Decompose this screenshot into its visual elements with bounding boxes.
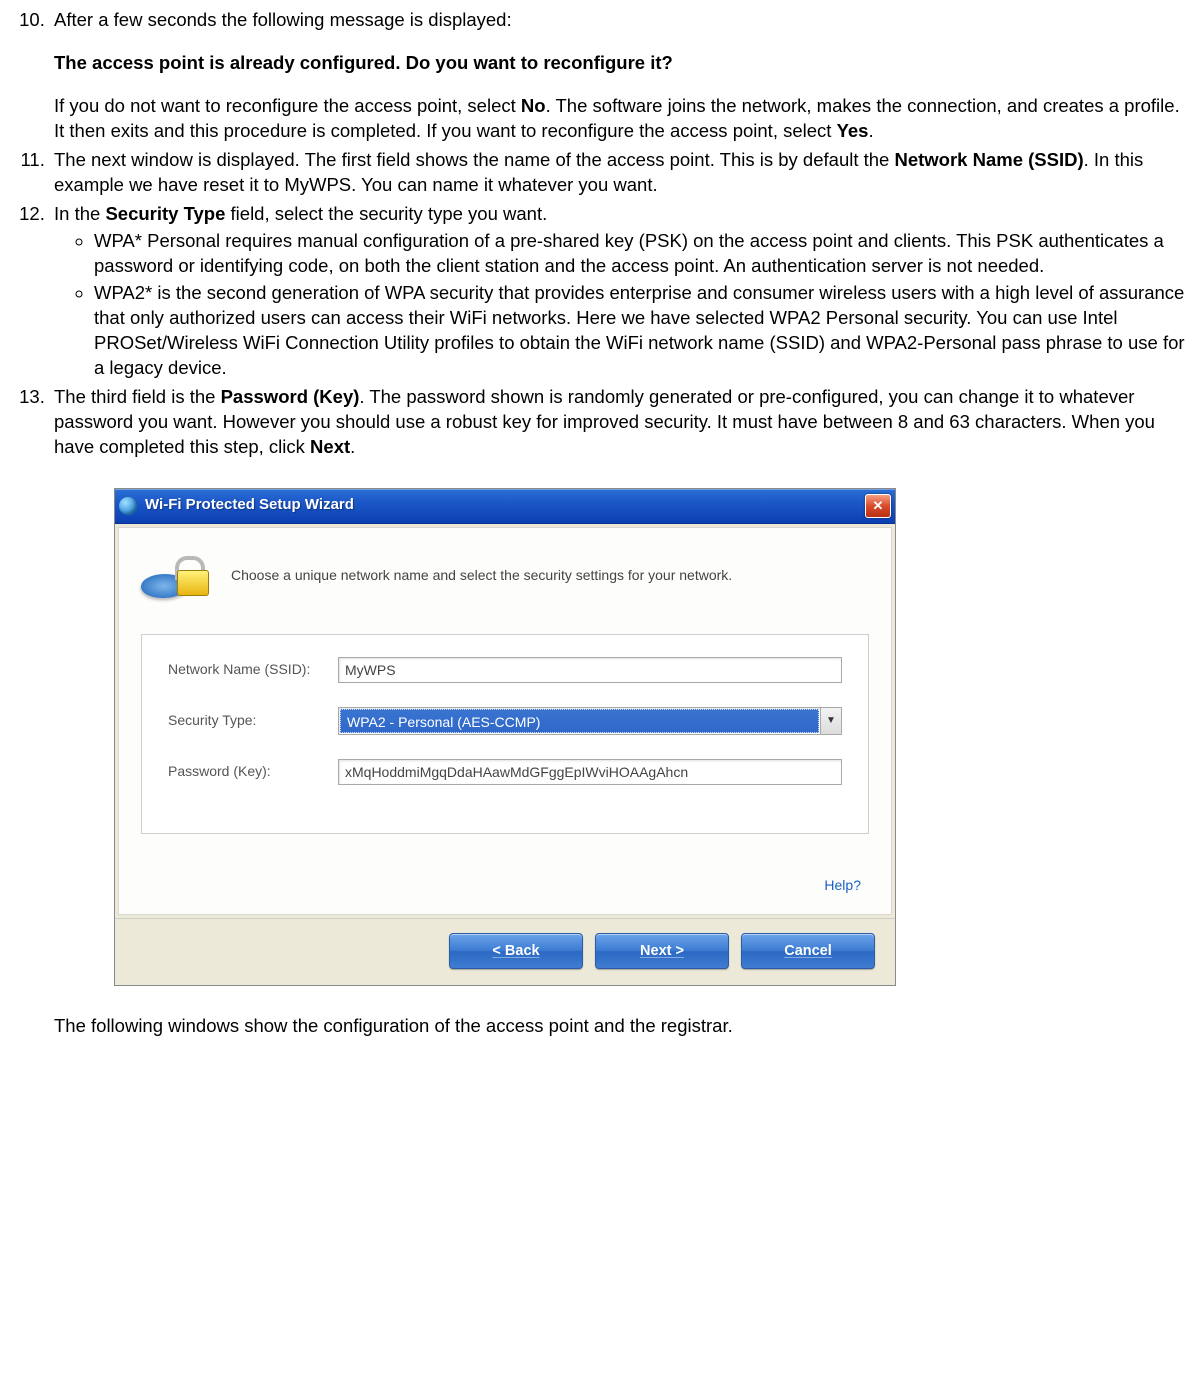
close-icon: ✕ bbox=[873, 497, 884, 515]
wifi-lock-icon bbox=[141, 546, 213, 606]
security-type-select[interactable]: WPA2 - Personal (AES-CCMP) ▼ bbox=[338, 707, 842, 735]
step-13: The third field is the Password (Key). T… bbox=[50, 385, 1190, 1040]
help-link[interactable]: Help? bbox=[824, 877, 861, 893]
ssid-label: Network Name (SSID): bbox=[168, 660, 338, 679]
followup-text: The following windows show the configura… bbox=[54, 1014, 1190, 1039]
wizard-form-panel: Network Name (SSID): Security Type: WPA2… bbox=[141, 634, 869, 834]
wizard-titlebar[interactable]: Wi-Fi Protected Setup Wizard ✕ bbox=[115, 489, 895, 524]
step-13-text-1: The third field is the bbox=[54, 386, 221, 407]
step-11-ssid: Network Name (SSID) bbox=[894, 149, 1083, 170]
step-12-bullet-wpa2: WPA2* is the second generation of WPA se… bbox=[94, 281, 1190, 381]
security-type-label: Security Type: bbox=[168, 711, 338, 730]
step-10-text-1: If you do not want to reconfigure the ac… bbox=[54, 95, 521, 116]
step-12-text-2: field, select the security type you want… bbox=[225, 203, 547, 224]
step-10-text-3: . bbox=[868, 120, 873, 141]
back-button[interactable]: < Back bbox=[449, 933, 583, 969]
ssid-input[interactable] bbox=[338, 657, 842, 683]
step-12-text-1: In the bbox=[54, 203, 105, 224]
chevron-down-icon[interactable]: ▼ bbox=[820, 708, 841, 734]
security-type-value: WPA2 - Personal (AES-CCMP) bbox=[340, 709, 819, 733]
wizard-button-bar: < Back Next > Cancel bbox=[115, 918, 895, 985]
step-11: The next window is displayed. The first … bbox=[50, 148, 1190, 198]
close-button[interactable]: ✕ bbox=[865, 494, 891, 518]
step-10-intro: After a few seconds the following messag… bbox=[54, 9, 512, 30]
step-12-sectype: Security Type bbox=[105, 203, 225, 224]
step-12-bullet-wpa: WPA* Personal requires manual configurat… bbox=[94, 229, 1190, 279]
cancel-button[interactable]: Cancel bbox=[741, 933, 875, 969]
password-input[interactable] bbox=[338, 759, 842, 785]
step-11-text-1: The next window is displayed. The first … bbox=[54, 149, 894, 170]
next-button[interactable]: Next > bbox=[595, 933, 729, 969]
step-13-password: Password (Key) bbox=[221, 386, 360, 407]
wizard-app-icon bbox=[119, 497, 137, 515]
step-10-yes: Yes bbox=[837, 120, 869, 141]
wizard-window: Wi-Fi Protected Setup Wizard ✕ Choose a … bbox=[114, 488, 896, 987]
wizard-instruction: Choose a unique network name and select … bbox=[231, 566, 732, 585]
step-10: After a few seconds the following messag… bbox=[50, 8, 1190, 144]
wizard-title: Wi-Fi Protected Setup Wizard bbox=[145, 495, 865, 515]
step-13-text-3: . bbox=[350, 436, 355, 457]
step-13-next: Next bbox=[310, 436, 350, 457]
step-10-bold-msg: The access point is already configured. … bbox=[54, 52, 673, 73]
password-label: Password (Key): bbox=[168, 762, 338, 781]
step-12: In the Security Type field, select the s… bbox=[50, 202, 1190, 381]
step-10-no: No bbox=[521, 95, 546, 116]
